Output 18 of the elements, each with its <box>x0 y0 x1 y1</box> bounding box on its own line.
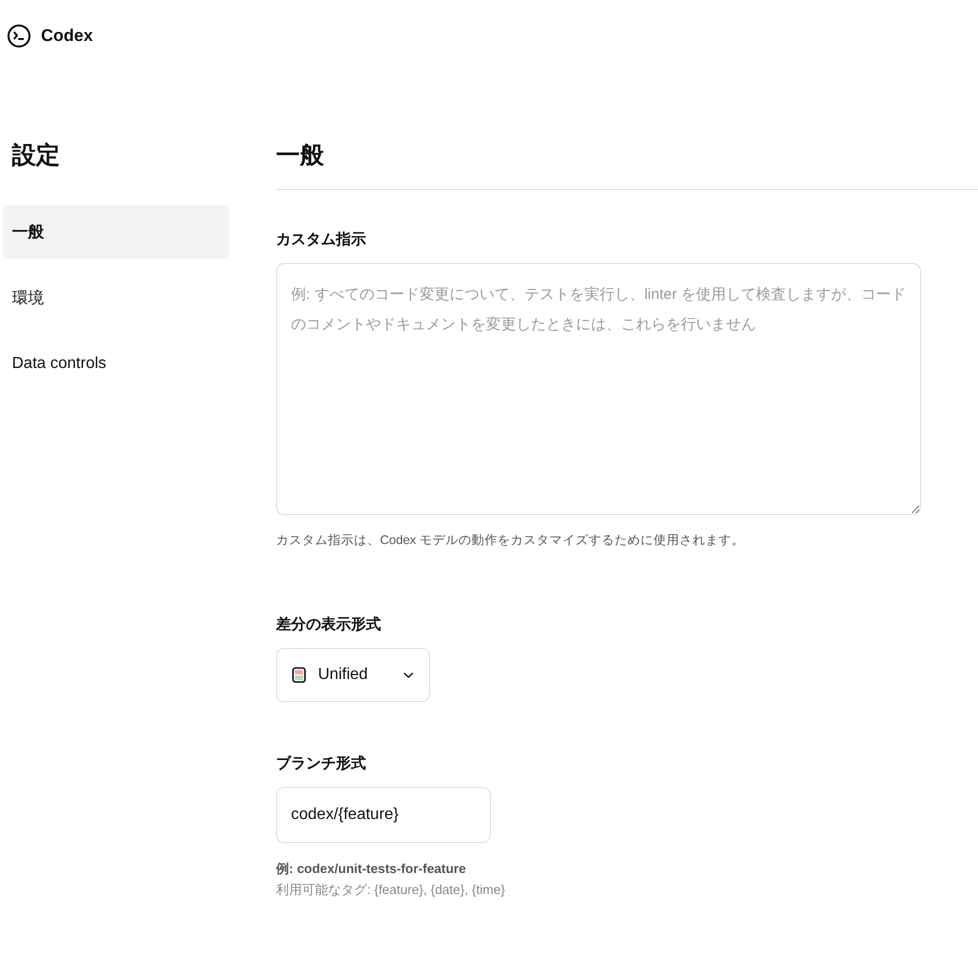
field-label: 差分の表示形式 <box>276 615 382 634</box>
example-text: 例: codex/unit-tests-for-feature <box>276 860 467 878</box>
field-label: ブランチ形式 <box>276 754 367 773</box>
app-name: Codex <box>41 26 93 46</box>
diff-format-dropdown[interactable]: Unified <box>276 648 430 702</box>
help-text: カスタム指示は、Codex モデルの動作をカスタマイズするために使用されます。 <box>276 532 746 549</box>
page-title: 一般 <box>276 141 978 190</box>
logo-icon <box>7 24 31 48</box>
branch-format-field[interactable]: codex/{feature} <box>276 787 491 843</box>
diff-icon <box>292 667 306 683</box>
field-label: カスタム指示 <box>276 230 367 249</box>
sidebar-item[interactable]: 環境 <box>3 271 229 325</box>
sidebar-item[interactable]: 一般 <box>3 205 229 259</box>
sidebar-title: 設定 <box>12 141 61 171</box>
sidebar-item[interactable]: Data controls <box>3 337 229 391</box>
instructions-field[interactable]: 例: すべてのコード変更について、テストを実行し、linter を使用して検査しますが、コードのコメントやドキュメントを変更したときには、これらを行いません <box>276 263 921 515</box>
chevron-down-icon <box>403 672 414 678</box>
tags-text: 利用可能なタグ: {feature}, {date}, {time} <box>276 881 506 899</box>
